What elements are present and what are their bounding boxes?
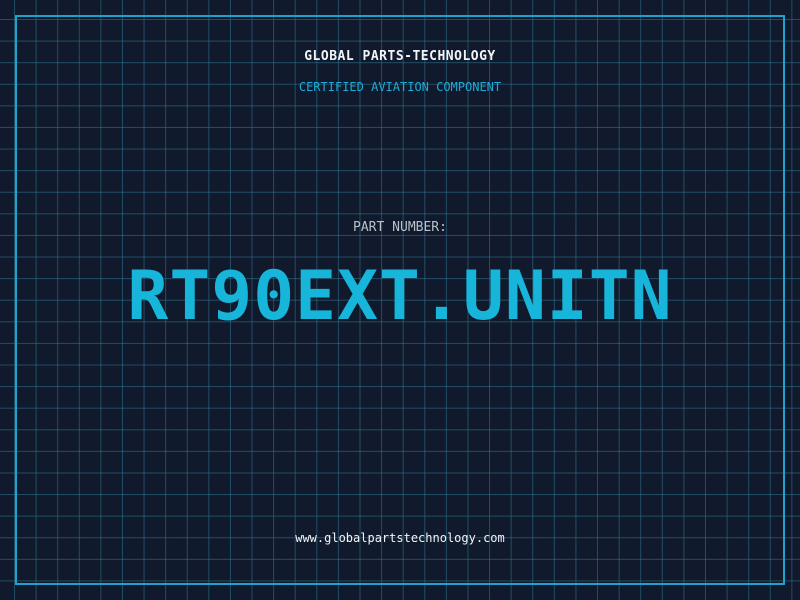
part-number-value: RT90EXT.UNITN [127,257,673,336]
website-url: www.globalpartstechnology.com [295,531,505,545]
company-name: GLOBAL PARTS-TECHNOLOGY [304,49,496,64]
part-number-label: PART NUMBER: [353,220,447,235]
company-tagline: CERTIFIED AVIATION COMPONENT [298,80,502,94]
